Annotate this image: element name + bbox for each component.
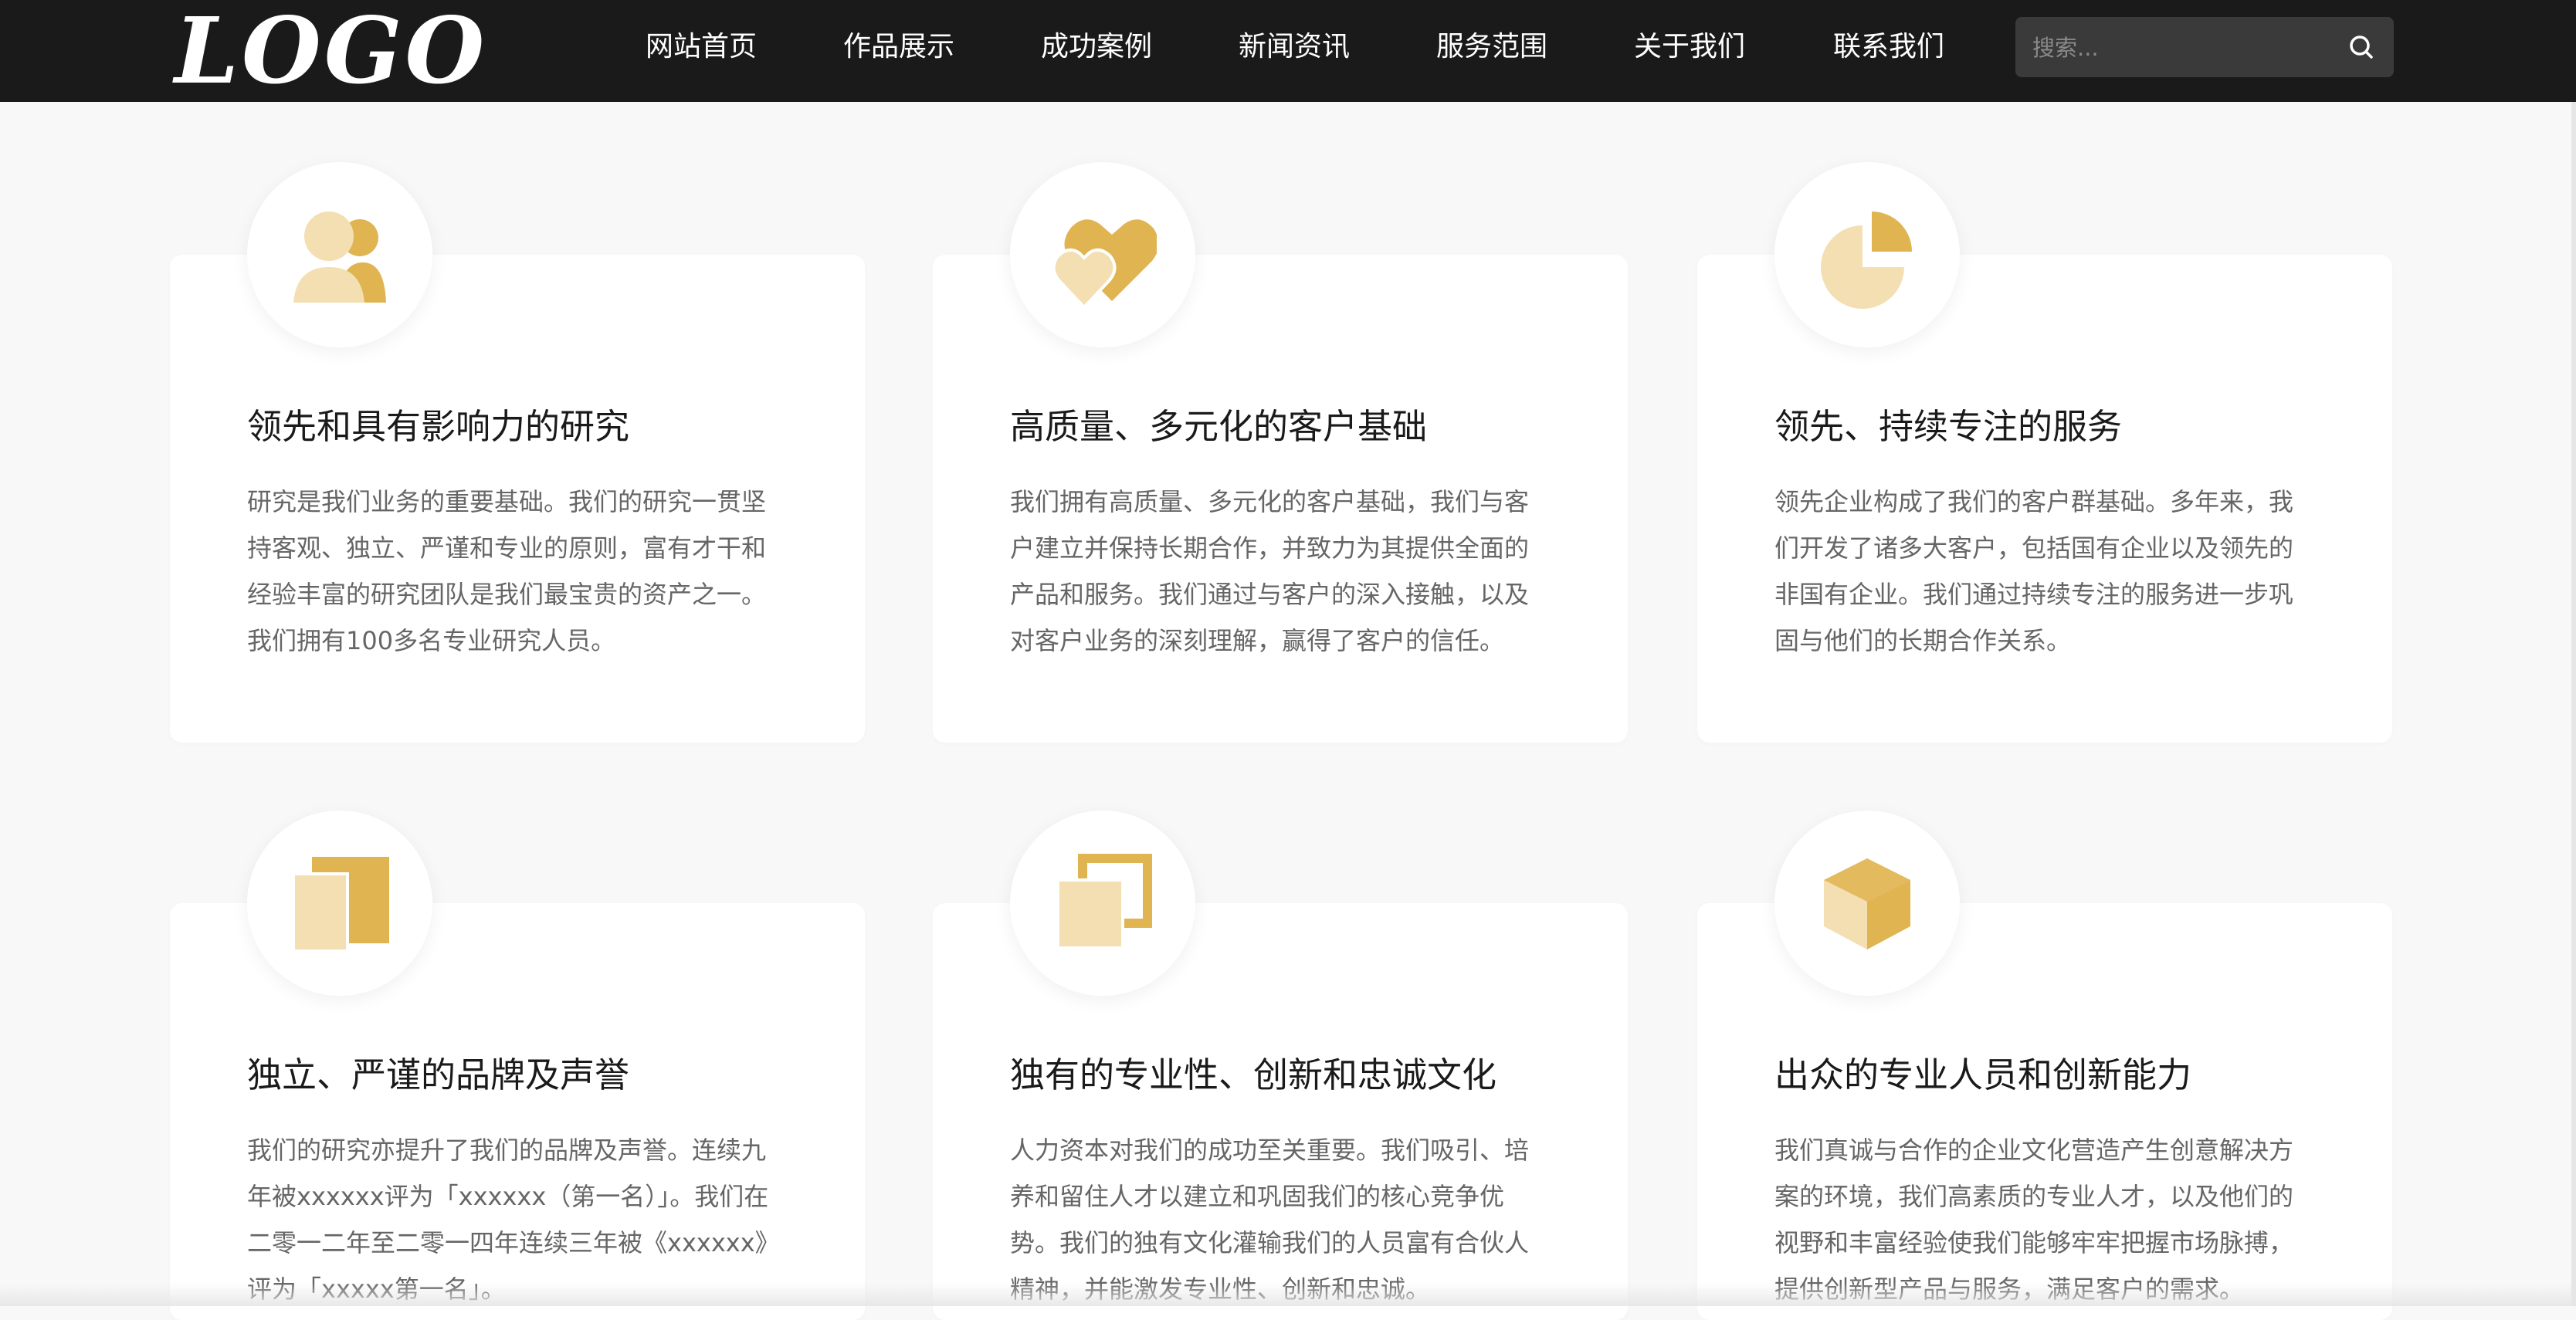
documents-icon (292, 857, 389, 953)
nav-item-home[interactable]: 网站首页 (646, 0, 757, 102)
pie-chart-icon (1821, 212, 1912, 309)
feature-title: 出众的专业人员和创新能力 (1774, 1054, 2192, 1095)
logo[interactable]: LOGO (175, 5, 487, 97)
search-box (2015, 17, 2394, 79)
feature-icon-badge (1010, 811, 1195, 996)
nav-item-contact[interactable]: 联系我们 (1833, 0, 1944, 102)
search-icon (2350, 36, 2373, 59)
squares-icon (1056, 854, 1152, 949)
nav-item-services[interactable]: 服务范围 (1436, 0, 1547, 102)
feature-title: 独有的专业性、创新和忠诚文化 (1010, 1054, 1497, 1095)
feature-title: 独立、严谨的品牌及声誉 (247, 1054, 630, 1095)
feature-title: 领先和具有影响力的研究 (247, 406, 630, 447)
feature-icon-badge (1010, 162, 1195, 347)
bottom-fade (0, 1283, 2576, 1306)
nav-item-works[interactable]: 作品展示 (843, 0, 954, 102)
feature-icon-badge (247, 162, 432, 347)
page-scroll-edge (2571, 102, 2576, 1306)
feature-title: 高质量、多元化的客户基础 (1010, 406, 1428, 447)
hearts-icon (1052, 219, 1157, 309)
feature-description: 领先企业构成了我们的客户群基础。多年来，我 们开发了诸多大客户，包括国有企业以及… (1774, 487, 2294, 655)
cube-icon (1824, 858, 1910, 949)
search-button[interactable] (2346, 32, 2377, 63)
nav-item-news[interactable]: 新闻资讯 (1239, 0, 1350, 102)
feature-description: 研究是我们业务的重要基础。我们的研究一贯坚 持客观、独立、严谨和专业的原则，富有… (247, 487, 767, 655)
nav-item-about[interactable]: 关于我们 (1634, 0, 1745, 102)
search-input[interactable] (2031, 17, 2327, 79)
feature-description: 我们拥有高质量、多元化的客户基础，我们与客 户建立并保持长期合作，并致力为其提供… (1010, 487, 1530, 655)
users-icon (293, 212, 386, 303)
feature-title: 领先、持续专注的服务 (1774, 406, 2123, 447)
top-nav-bar: LOGO 网站首页 作品展示 成功案例 新闻资讯 服务范围 关于我们 联系我们 (0, 0, 2576, 102)
nav-item-cases[interactable]: 成功案例 (1041, 0, 1152, 102)
feature-icon-badge (1774, 162, 1960, 347)
feature-icon-badge (1774, 811, 1960, 996)
feature-icon-badge (247, 811, 432, 996)
